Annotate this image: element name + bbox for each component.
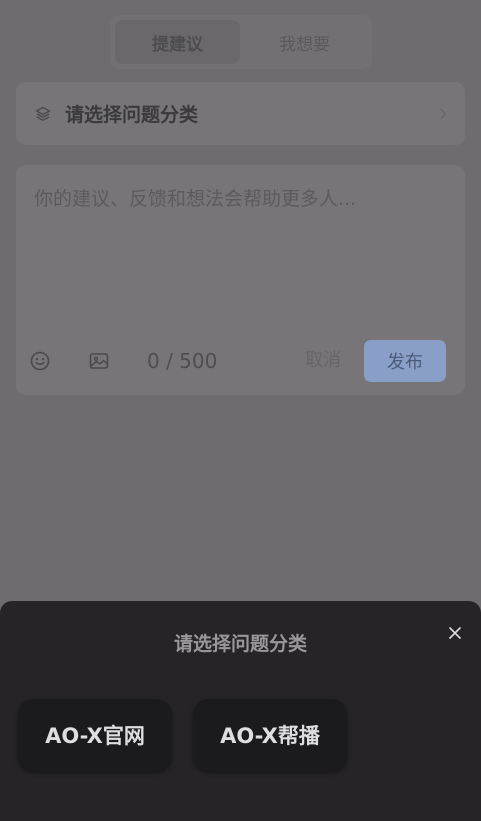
sheet-title: 请选择问题分类 [173,633,307,655]
category-label: 请选择问题分类 [65,104,199,126]
feedback-textarea[interactable] [34,185,446,325]
category-bottom-sheet: 请选择问题分类 AO-X官网 AO-X帮播 [0,601,481,821]
tab-wish[interactable]: 我想要 [242,20,367,64]
category-selector[interactable]: 请选择问题分类 [16,82,465,145]
cancel-button[interactable]: 取消 [305,351,341,371]
feedback-type-tabs: 提建议 我想要 [110,15,372,69]
close-icon[interactable] [446,624,464,642]
emoji-icon[interactable] [28,349,52,373]
feedback-composer: 0 / 500 取消 发布 [16,165,465,395]
category-option-official-site[interactable]: AO-X官网 [18,699,172,771]
composer-toolbar: 0 / 500 取消 发布 [16,339,465,383]
category-option-broadcast[interactable]: AO-X帮播 [193,699,347,771]
chevron-right-icon [437,107,449,121]
publish-button[interactable]: 发布 [364,340,446,382]
layers-icon [34,105,52,123]
image-icon[interactable] [87,349,111,373]
character-counter: 0 / 500 [147,349,218,373]
tab-suggestion[interactable]: 提建议 [115,20,240,64]
